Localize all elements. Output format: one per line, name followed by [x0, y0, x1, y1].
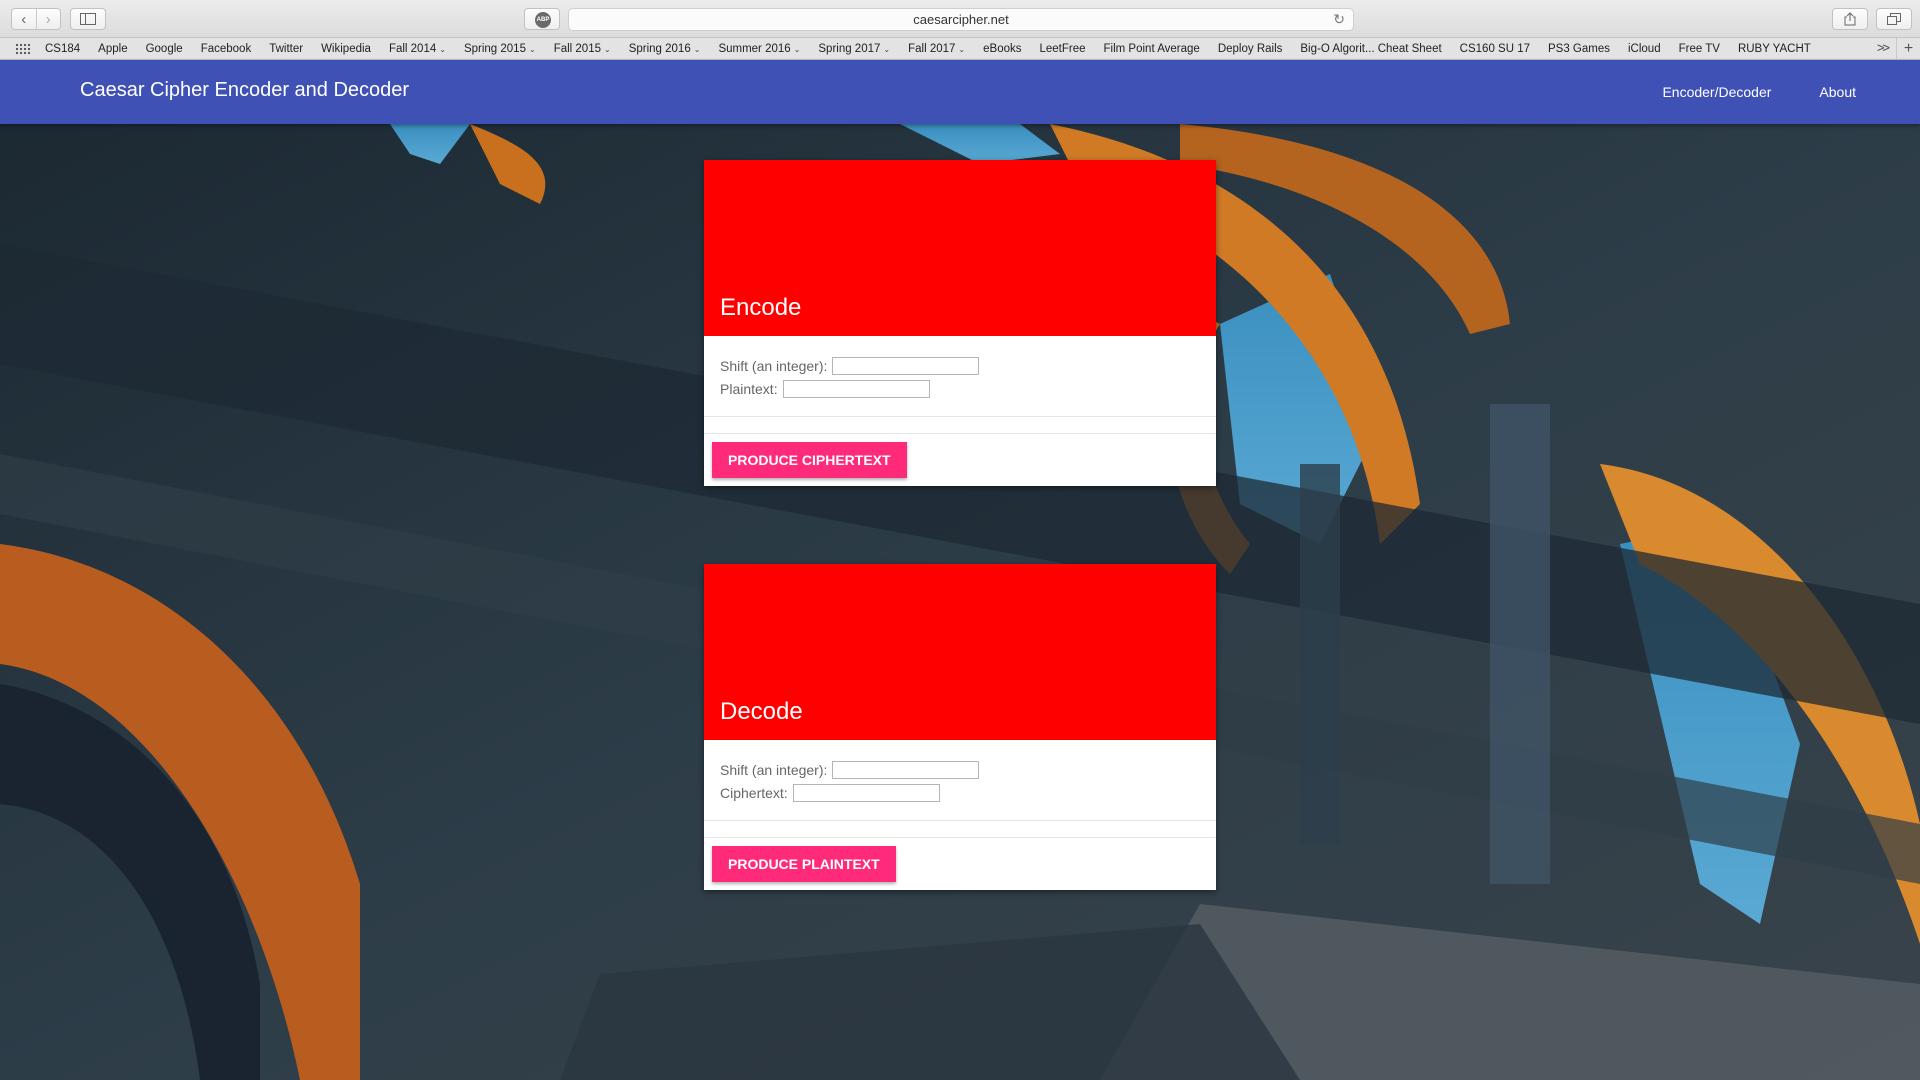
bookmark-label: Free TV — [1678, 42, 1720, 55]
bookmarks-bar: CS184 Apple Google Facebook Twitter Wikipedia… — [0, 38, 1920, 60]
bookmark-label: LeetFree — [1039, 42, 1086, 55]
bookmark-label: Fall 2014 — [388, 42, 437, 55]
bookmark-label: CS184 — [45, 42, 81, 55]
bookmark-item[interactable]: Wikipedia — [321, 43, 371, 55]
bookmark-label: eBooks — [983, 42, 1022, 55]
decode-card-header: Decode — [704, 564, 1216, 740]
bookmark-item[interactable]: Fall 2014 ⌄ — [389, 43, 446, 55]
decode-card: Decode Shift (an integer): Ciphertext: P… — [704, 564, 1216, 890]
share-icon — [1844, 12, 1856, 26]
bookmark-label: Spring 2016 — [628, 42, 691, 55]
bookmark-item[interactable]: Film Point Average — [1104, 43, 1200, 55]
app-header: Caesar Cipher Encoder and Decoder Encode… — [0, 60, 1920, 124]
bookmark-label: Twitter — [269, 42, 304, 55]
encode-actions: Produce Ciphertext — [704, 433, 1216, 486]
chevron-down-icon: ⌄ — [693, 44, 701, 54]
bookmark-label: Wikipedia — [321, 42, 371, 55]
new-tab-icon[interactable]: + — [1896, 38, 1920, 59]
encode-card-header: Encode — [704, 160, 1216, 336]
bookmark-label: RUBY YACHT — [1737, 42, 1811, 55]
bookmark-item[interactable]: Apple — [98, 43, 127, 55]
bookmark-label: iCloud — [1628, 42, 1661, 55]
encode-title: Encode — [720, 294, 802, 321]
bookmark-item[interactable]: Facebook — [201, 43, 252, 55]
adblock-button[interactable]: ABP — [524, 8, 560, 30]
bookmark-item[interactable]: Summer 2016 ⌄ — [718, 43, 800, 55]
bookmark-label: Spring 2017 — [818, 42, 881, 55]
share-button[interactable] — [1832, 8, 1868, 30]
browser-toolbar: ‹ › ABP caesarcipher.net ↻ — [0, 0, 1920, 38]
bookmark-item[interactable]: Twitter — [269, 43, 303, 55]
bookmark-label: Big-O Algorit... Cheat Sheet — [1300, 42, 1442, 55]
ciphertext-label: Ciphertext: — [720, 784, 788, 801]
plaintext-input[interactable] — [782, 379, 930, 398]
sidebar-icon — [80, 13, 96, 25]
bookmark-label: Google — [145, 42, 183, 55]
tabs-icon — [1887, 13, 1901, 25]
encode-form: Shift (an integer): Plaintext: — [704, 336, 1216, 417]
bookmark-item[interactable]: LeetFree — [1039, 43, 1085, 55]
bookmark-item[interactable]: PS3 Games — [1548, 43, 1610, 55]
back-icon[interactable]: ‹ — [12, 9, 36, 29]
bookmark-item[interactable]: eBooks — [983, 43, 1021, 55]
bookmark-item[interactable]: Spring 2015 ⌄ — [464, 43, 536, 55]
decode-form: Shift (an integer): Ciphertext: — [704, 740, 1216, 821]
bookmark-item[interactable]: Big-O Algorit... Cheat Sheet — [1300, 43, 1441, 55]
bookmark-item[interactable]: RUBY YACHT — [1738, 43, 1811, 55]
history-nav: ‹ › — [11, 8, 61, 30]
bookmark-label: PS3 Games — [1548, 42, 1610, 55]
bookmark-label: Film Point Average — [1103, 42, 1200, 55]
nav-link-about[interactable]: About — [1795, 60, 1920, 124]
bookmark-item[interactable]: Fall 2015 ⌄ — [554, 43, 611, 55]
decode-shift-input[interactable] — [832, 760, 980, 779]
forward-icon[interactable]: › — [35, 9, 61, 29]
chevron-down-icon: ⌄ — [793, 44, 801, 54]
chevron-down-icon: ⌄ — [604, 44, 611, 54]
bookmark-label: Facebook — [200, 42, 252, 55]
bookmark-label: Apple — [98, 42, 128, 55]
encode-shift-label: Shift (an integer): — [720, 357, 828, 374]
bookmark-list: CS184 Apple Google Facebook Twitter Wikipedia… — [45, 43, 1829, 55]
encode-shift-input[interactable] — [832, 356, 980, 375]
encode-card: Encode Shift (an integer): Plaintext: Pr… — [704, 160, 1216, 486]
plaintext-label: Plaintext: — [720, 380, 778, 397]
bookmark-item[interactable]: iCloud — [1628, 43, 1661, 55]
url-text: caesarcipher.net — [913, 12, 1009, 27]
bookmark-item[interactable]: Fall 2017 ⌄ — [908, 43, 965, 55]
bookmark-item[interactable]: CS184 — [45, 43, 80, 55]
bookmark-label: Summer 2016 — [718, 42, 791, 55]
bookmark-label: Fall 2015 — [553, 42, 601, 55]
chevron-down-icon: ⌄ — [883, 44, 891, 54]
page-title: Caesar Cipher Encoder and Decoder — [80, 79, 410, 101]
bookmark-item[interactable]: Google — [146, 43, 183, 55]
decode-actions: Produce Plaintext — [704, 837, 1216, 890]
bookmark-label: CS160 SU 17 — [1459, 42, 1530, 55]
bookmark-item[interactable]: Free TV — [1679, 43, 1720, 55]
adblock-icon: ABP — [535, 12, 551, 28]
nav-link-encoder-decoder[interactable]: Encoder/Decoder — [1638, 60, 1795, 124]
decode-shift-label: Shift (an integer): — [720, 761, 828, 778]
ciphertext-input[interactable] — [792, 783, 940, 802]
apps-grid-icon[interactable] — [15, 42, 31, 55]
bookmarks-overflow-icon[interactable]: >> — [1877, 40, 1890, 55]
tabs-overview-button[interactable] — [1876, 8, 1912, 30]
chevron-down-icon: ⌄ — [958, 44, 966, 54]
bookmark-label: Fall 2017 — [908, 42, 956, 55]
chevron-down-icon: ⌄ — [528, 44, 536, 54]
chevron-down-icon: ⌄ — [439, 44, 446, 54]
bookmark-item[interactable]: Spring 2017 ⌄ — [818, 43, 890, 55]
address-bar[interactable]: caesarcipher.net ↻ — [568, 8, 1354, 31]
produce-ciphertext-button[interactable]: Produce Ciphertext — [712, 442, 907, 478]
sidebar-toggle-button[interactable] — [70, 8, 106, 30]
produce-plaintext-button[interactable]: Produce Plaintext — [712, 846, 896, 882]
bookmark-label: Deploy Rails — [1217, 42, 1283, 55]
bookmark-item[interactable]: CS160 SU 17 — [1460, 43, 1530, 55]
bookmark-label: Spring 2015 — [463, 42, 526, 55]
reload-icon[interactable]: ↻ — [1333, 11, 1345, 28]
header-nav: Encoder/Decoder About — [1638, 60, 1920, 124]
bookmark-item[interactable]: Deploy Rails — [1218, 43, 1283, 55]
decode-title: Decode — [720, 698, 803, 725]
bookmark-item[interactable]: Spring 2016 ⌄ — [629, 43, 701, 55]
